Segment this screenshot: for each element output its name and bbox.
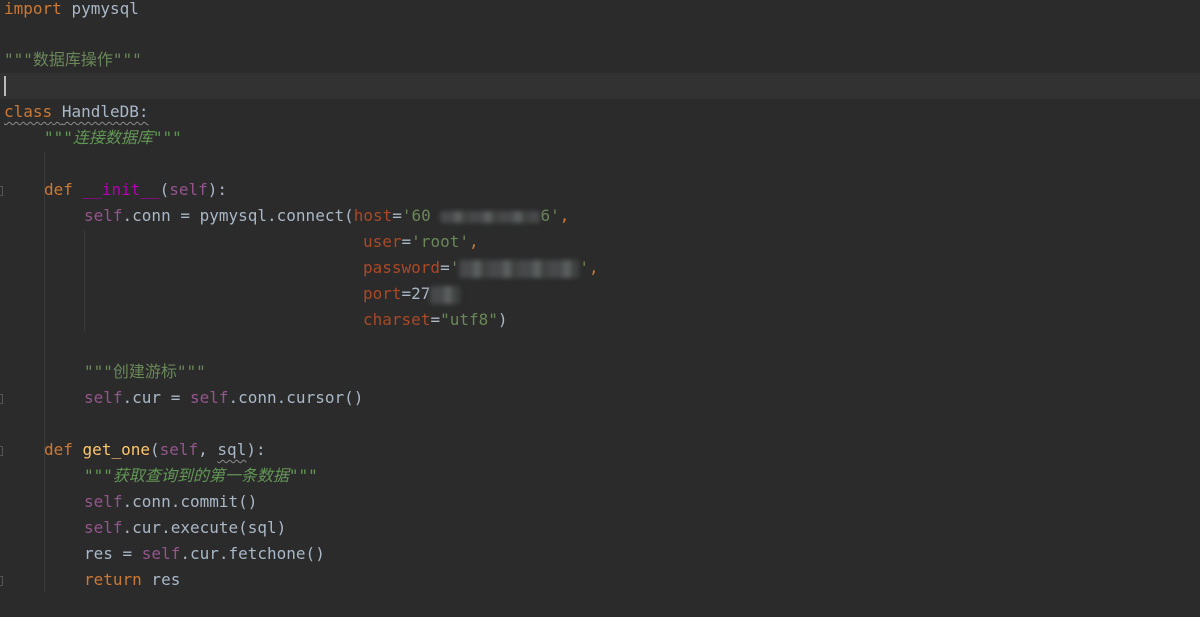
code-line[interactable]: import pymysql [0,0,1200,22]
redacted-port [430,285,461,304]
string-charset: "utf8" [440,310,498,329]
code-line[interactable]: """创建游标""" [0,359,1200,385]
equals: = [430,310,441,329]
code-line[interactable]: class HandleDB: [0,99,1200,125]
comma: , [559,206,570,225]
code-text: .cur = [122,388,190,407]
string-user: 'root' [411,232,469,251]
param-password: password [363,258,441,277]
code-line[interactable]: """连接数据库""" [0,125,1200,151]
param-port: port [363,284,402,303]
string-password-start: ' [449,258,460,277]
self-ref: self [141,544,181,563]
code-line[interactable]: self.cur = self.conn.cursor() [0,385,1200,411]
redacted-host [440,210,541,223]
code-line[interactable]: password=' ', [0,255,1200,281]
code-line[interactable]: self.conn.commit() [0,489,1200,515]
self-ref: self [84,206,123,225]
port-number: 27 [411,284,431,303]
code-line[interactable]: def __init__(self): [0,177,1200,203]
string-password-end: ' [579,258,589,277]
comma: , [588,258,599,277]
code-line[interactable]: res = self.cur.fetchone() [0,541,1200,567]
code-line[interactable]: charset="utf8") [0,307,1200,333]
keyword: def [44,440,73,459]
code-line[interactable]: """获取查询到的第一条数据""" [0,463,1200,489]
function-name: get_one [82,440,150,459]
equals: = [440,258,450,277]
paren-open: ( [149,440,160,459]
self-param: self [159,440,199,459]
code-text: .cur.execute(sql) [122,518,287,537]
docstring: """连接数据库""" [44,128,182,147]
code-editor[interactable]: import pymysql """数据库操作""" class HandleD… [0,0,1200,617]
code-line[interactable]: user='root', [0,229,1200,255]
param-charset: charset [363,310,431,329]
code-line[interactable]: def get_one(self, sql): [0,437,1200,463]
class-name: HandleDB [61,102,139,121]
keyword: return [84,570,142,589]
comma: , [468,232,479,251]
code-line[interactable]: self.cur.execute(sql) [0,515,1200,541]
string-host-end: 6' [540,206,560,225]
keyword: def [44,180,73,199]
code-line[interactable]: port=27 [0,281,1200,307]
docstring: """数据库操作""" [4,50,142,69]
self-param: self [169,180,208,199]
code-text: .conn = pymysql.connect( [122,206,354,225]
colon: : [138,102,149,121]
code-text: res = [84,544,142,563]
self-ref: self [189,388,229,407]
self-ref: self [84,518,123,537]
code-text: res [141,570,181,589]
self-ref: self [84,492,123,511]
function-name: __init__ [82,180,160,199]
param-user: user [363,232,402,251]
keyword: class [4,102,53,121]
self-ref: self [84,388,123,407]
code-line[interactable]: return res [0,567,1200,593]
equals: = [401,232,412,251]
current-line[interactable] [0,73,1200,99]
keyword: import [4,0,62,18]
code-line[interactable]: self.conn = pymysql.connect(host='60 6', [0,203,1200,229]
docstring: """创建游标""" [84,362,206,381]
equals: = [392,206,402,225]
docstring: """获取查询到的第一条数据""" [84,466,318,485]
paren-open: ( [159,180,170,199]
module-name: pymysql [71,0,139,18]
paren-close: ): [207,180,228,199]
redacted-password [459,259,580,278]
code-line[interactable]: """数据库操作""" [0,47,1200,73]
paren-close: ) [497,310,508,329]
equals: = [401,284,412,303]
code-text: .conn.cursor() [228,388,364,407]
code-text: .cur.fetchone() [180,544,325,563]
code-text: .conn.commit() [122,492,258,511]
string-host-start: '60 [401,206,431,225]
param-sql: sql [217,440,247,459]
separator: , [198,440,218,459]
paren-close: ): [246,440,266,459]
param-host: host [353,206,393,225]
